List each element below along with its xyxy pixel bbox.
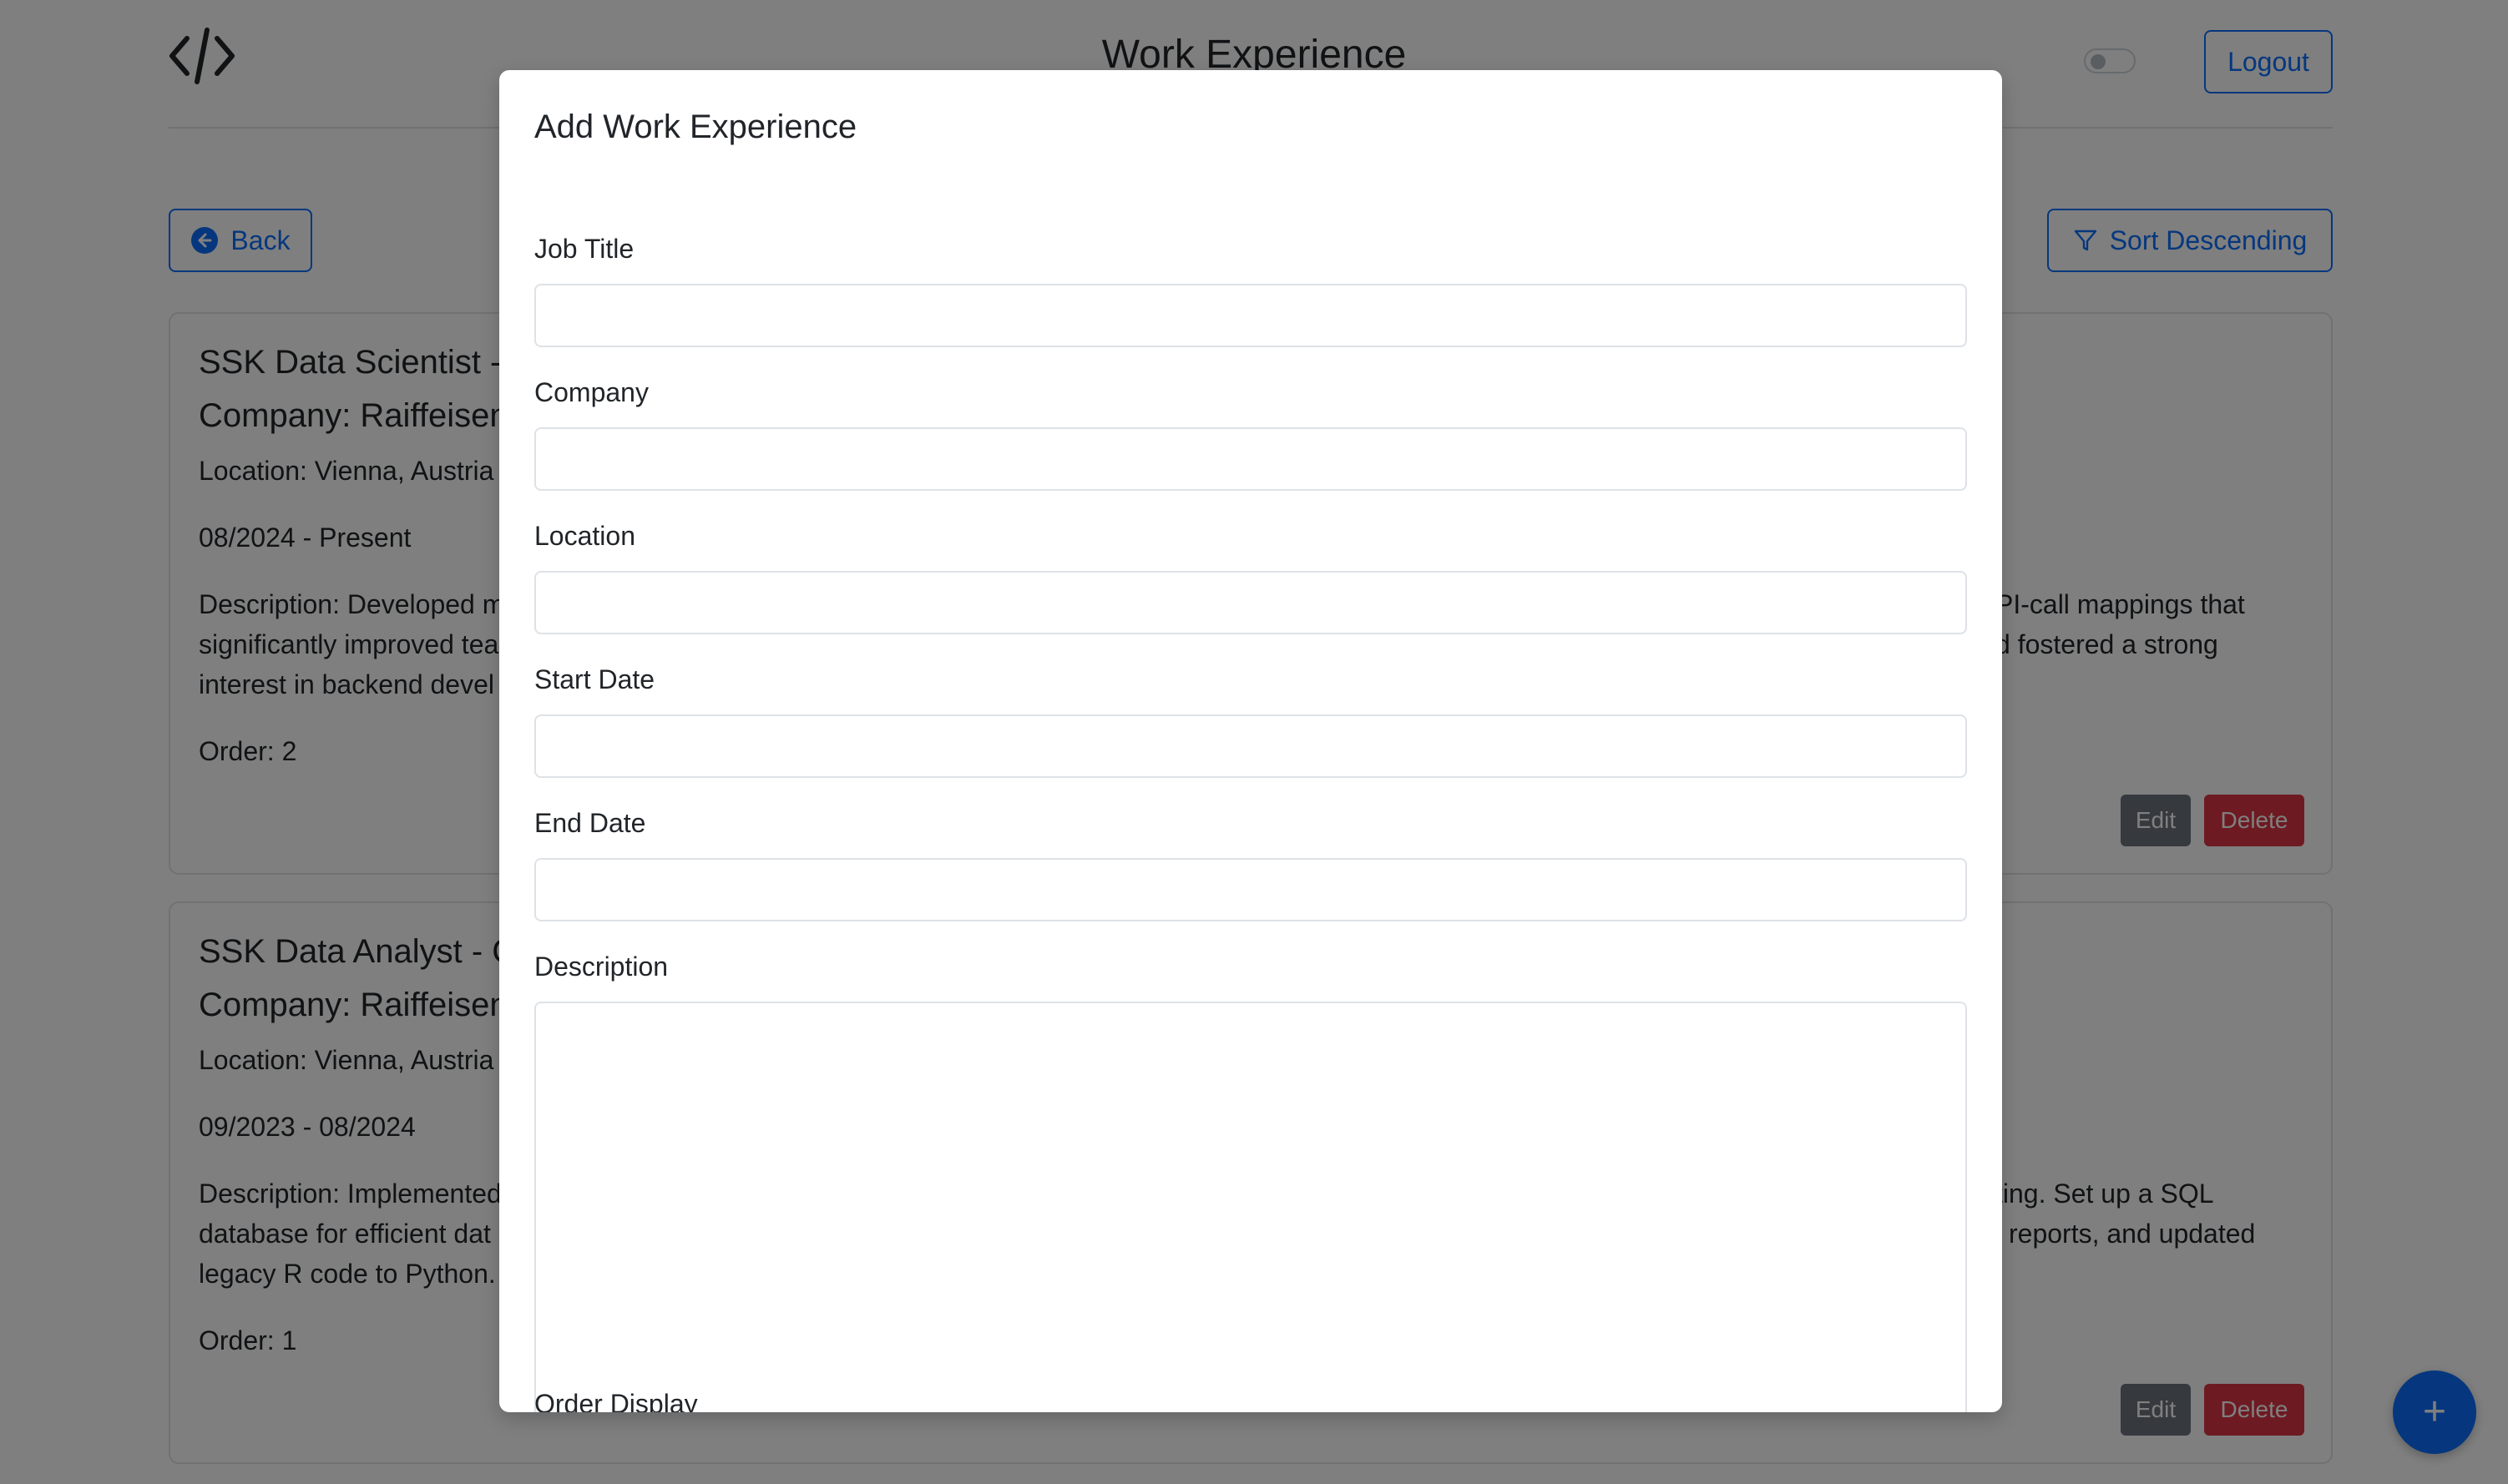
end-date-input[interactable] (534, 858, 1967, 921)
start-date-label: Start Date (534, 664, 655, 694)
modal-title: Add Work Experience (534, 109, 857, 145)
start-date-input[interactable] (534, 714, 1967, 778)
description-label: Description (534, 951, 669, 982)
company-label: Company (534, 377, 649, 407)
job-title-label: Job Title (534, 234, 635, 264)
job-title-input[interactable] (534, 284, 1967, 347)
description-textarea[interactable] (534, 1002, 1967, 1412)
location-input[interactable] (534, 571, 1967, 634)
order-display-label: Order Display (534, 1389, 698, 1412)
end-date-label: End Date (534, 808, 646, 838)
company-input[interactable] (534, 427, 1967, 491)
location-label: Location (534, 521, 635, 551)
add-work-experience-modal: Add Work Experience Job Title Company Lo… (499, 70, 2002, 1412)
